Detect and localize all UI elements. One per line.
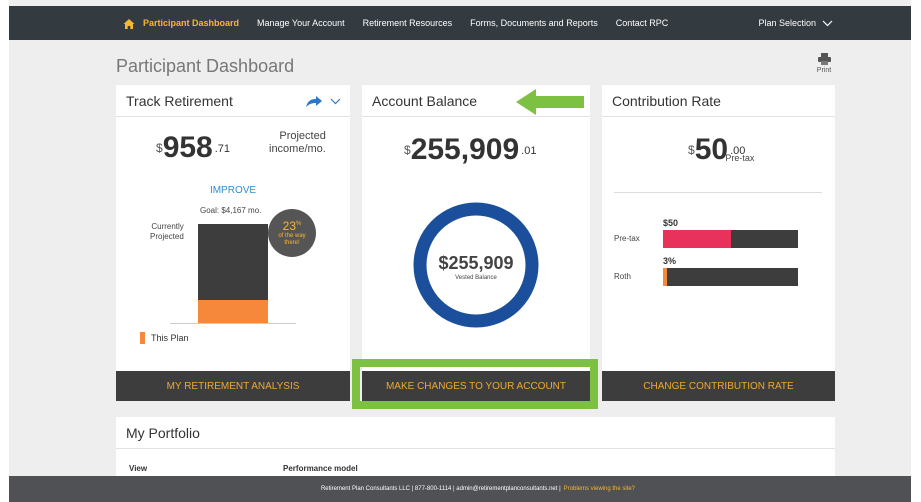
account-balance-amount: $ 255,909 .01 [404,135,536,165]
nav-contact-rpc[interactable]: Contact RPC [616,18,669,28]
income-whole: 958 [162,131,213,164]
legend-label: This Plan [151,333,189,343]
roth-label: Roth [614,272,631,281]
chevron-down-icon [822,20,833,26]
my-retirement-analysis-button[interactable]: MY RETIREMENT ANALYSIS [116,371,350,401]
page-title: Participant Dashboard [116,56,295,76]
my-portfolio-title: My Portfolio [126,424,200,441]
dollar-sign: $ [404,143,411,157]
printer-icon [817,53,831,65]
vested-balance-donut: $255,909 Vested Balance [413,202,539,328]
improve-link[interactable]: IMPROVE [116,185,350,196]
print-label: Print [816,67,832,74]
track-retirement-card: Track Retirement $ 958 .71 Projected inc… [116,85,350,401]
footer: Retirement Plan Consultants LLC | 877-80… [9,476,911,502]
contribution-rate-header: Contribution Rate [602,85,835,117]
highlight-box [352,359,598,409]
account-balance-title: Account Balance [372,92,478,109]
percent-sign: % [296,221,302,227]
pretax-subscript: Pre-tax [725,153,755,163]
projected-income-amount: $ 958 .71 [156,133,230,163]
progress-percent: 23% [268,219,316,233]
top-navigation: Participant Dashboard Manage Your Accoun… [9,6,911,40]
left-frame [0,0,9,502]
projected-line2: income/mo. [269,143,326,156]
this-plan-bar [198,300,268,323]
right-frame [911,0,921,502]
progress-value: 23 [282,219,296,233]
contribution-rate-card: Contribution Rate $ 50 .00 Pre-tax $50 P… [602,85,835,401]
roth-value: 3% [663,256,677,266]
nav-manage-account[interactable]: Manage Your Account [257,18,345,28]
print-button[interactable]: Print [814,53,834,74]
projected-line1: Projected [279,130,326,142]
change-contribution-rate-button[interactable]: CHANGE CONTRIBUTION RATE [602,371,835,401]
projected-income-label: Projected income/mo. [269,130,326,156]
contribution-rate-title: Contribution Rate [612,92,721,109]
balance-whole: 255,909 [410,133,520,166]
balance-cents: .01 [521,145,537,157]
footer-contact: Retirement Plan Consultants LLC | 877-80… [320,486,561,492]
currently-text: Currently [151,222,184,231]
there-text: there! [284,240,300,247]
donut-label: Vested Balance [455,275,497,281]
share-arrow-icon[interactable] [306,96,322,108]
chart-baseline [170,323,296,324]
goal-label: Goal: $4,167 mo. [200,206,262,215]
track-retirement-header: Track Retirement [116,85,350,117]
pretax-label: Pre-tax [614,234,640,243]
performance-model-label: Performance model [283,464,358,473]
nav-participant-dashboard[interactable]: Participant Dashboard [143,18,239,28]
goal-bar [198,224,268,300]
of-the-way: of the way [278,233,306,239]
roth-bar-fill [663,268,668,286]
roth-bar-track [663,268,798,286]
problems-viewing-link[interactable]: Problems viewing the site? [564,486,635,492]
pretax-bar-fill [663,230,731,248]
donut-value: $255,909 [438,253,513,273]
currently-projected-label: Currently Projected [150,222,184,243]
progress-badge: 23% of the way there! [268,209,316,257]
nav-retirement-resources[interactable]: Retirement Resources [363,18,453,28]
legend-swatch [140,332,145,344]
dollar-sign: $ [156,141,163,155]
pretax-value: $50 [663,218,679,228]
plan-selection-label: Plan Selection [758,18,816,28]
nav-forms-documents[interactable]: Forms, Documents and Reports [470,18,598,28]
projected-text: Projected [150,232,184,242]
this-plan-legend: This Plan [140,332,189,344]
track-retirement-title: Track Retirement [126,92,233,109]
income-cents: .71 [214,143,231,155]
dollar-sign: $ [688,143,695,157]
contribution-whole: 50 [694,133,729,166]
contribution-amount: $ 50 .00 Pre-tax [688,135,754,165]
plan-selection-dropdown[interactable]: Plan Selection [758,18,833,28]
divider [614,192,822,193]
view-label: View [129,464,148,473]
chevron-down-icon[interactable] [330,98,341,105]
pretax-bar-track [663,230,798,248]
account-balance-card: Account Balance $ 255,909 .01 $255,909 V… [362,85,590,401]
home-icon[interactable] [123,17,135,29]
highlight-arrow-icon [516,89,584,115]
my-portfolio-header: My Portfolio [116,417,835,449]
